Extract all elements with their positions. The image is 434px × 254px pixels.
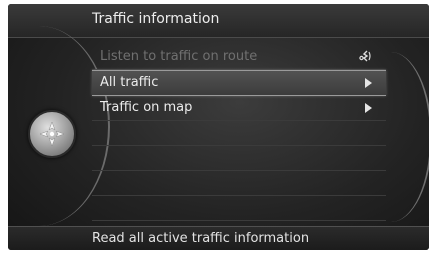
navigation-knob-icon[interactable] <box>28 110 76 158</box>
empty-menu-row <box>92 121 386 146</box>
menu-item-label: Traffic on map <box>100 100 193 115</box>
infotainment-screen: Traffic information Listen to traffic on… <box>8 4 429 250</box>
empty-menu-row <box>92 171 386 196</box>
header-bar: Traffic information <box>8 4 429 38</box>
menu-item-traffic-on-map[interactable]: Traffic on map <box>92 96 386 121</box>
voice-command-icon <box>359 50 371 62</box>
menu-item-all-traffic[interactable]: All traffic <box>92 70 386 96</box>
menu-item-label: All traffic <box>100 75 159 90</box>
menu-item-listen-to-traffic[interactable]: Listen to traffic on route <box>92 45 386 70</box>
screen-title: Traffic information <box>92 11 220 27</box>
help-text: Read all active traffic information <box>92 231 310 246</box>
footer-bar: Read all active traffic information <box>8 226 429 250</box>
empty-menu-row <box>92 146 386 171</box>
submenu-arrow-icon <box>365 103 372 113</box>
traffic-menu: Listen to traffic on route All traffic T… <box>92 45 386 221</box>
empty-menu-row <box>92 196 386 221</box>
submenu-arrow-icon <box>365 78 372 88</box>
menu-item-label: Listen to traffic on route <box>100 49 258 64</box>
